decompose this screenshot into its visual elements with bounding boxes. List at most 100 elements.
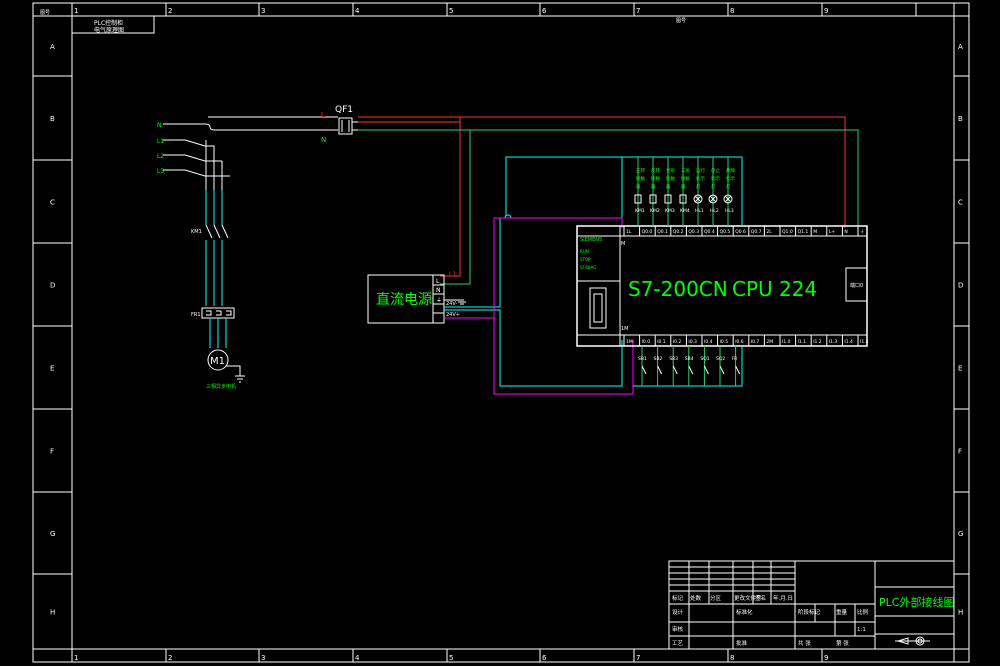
right-row-label: A — [958, 43, 963, 51]
plc-input-terminal: 2M — [766, 339, 773, 345]
title-box: PLC控制柜 电气原理图 — [71, 15, 155, 34]
right-row-label: C — [958, 199, 963, 207]
top-col-label: 5 — [449, 7, 453, 15]
input-devices: SB1 SB2 SB3 SB4 SQ1 SQ2 FR — [633, 346, 743, 387]
input-device-label: SB3 — [669, 356, 678, 362]
switch-contact-icon — [672, 365, 678, 375]
dc-wiring — [444, 156, 634, 395]
plc-output-terminal: Q0.6 — [735, 229, 746, 235]
left-row-label: H — [50, 609, 55, 617]
left-row-label: A — [50, 43, 55, 51]
corner-label-right: 图号 — [676, 18, 686, 24]
output-device-label: 正转 — [636, 167, 645, 174]
plc-io-left: M — [621, 241, 625, 247]
plc-input-terminal: I0.0 — [642, 339, 651, 345]
switch-contact-icon — [641, 365, 647, 375]
output-device-code: HL3 — [725, 208, 734, 214]
output-device-label-2: 接触 — [651, 175, 660, 182]
schematic-canvas: 1 2 3 4 5 6 7 8 9 1 2 3 4 5 6 7 8 9 A B C D E F G H A B C D E F G H 图号… — [32, 2, 970, 663]
dc-power-supply: 直流电源 L N ⏚ 24V- 24V+ L1 — [367, 271, 466, 324]
bottom-col-label: 9 — [824, 654, 828, 662]
output-device-label: 运行 — [696, 167, 705, 174]
plc-input-terminal: I1.1 — [798, 339, 807, 345]
breaker-label: QF1 — [335, 105, 353, 115]
plc-output-terminal: Q0.3 — [688, 229, 699, 235]
plc-input-terminal: I1.2 — [813, 339, 822, 345]
right-row-label: D — [958, 282, 963, 290]
motor-symbol: M1 — [210, 356, 225, 367]
plc-output-terminal: Q1.1 — [798, 229, 809, 235]
plc-input-terminal: I0.1 — [657, 339, 666, 345]
drawing-title: PLC外部接线图 — [879, 595, 954, 609]
output-device-label-2: 指示 — [696, 175, 705, 182]
output-device-label: 三角 — [681, 167, 690, 174]
output-device-label-2: 接触 — [666, 175, 675, 182]
title-block-cell: 审核 — [672, 625, 684, 633]
left-row-label: G — [50, 530, 55, 538]
plc-status-1: SIEMENS — [580, 237, 602, 243]
right-row-label: F — [958, 448, 962, 456]
plc-status-4: SF/DIAG — [580, 265, 596, 270]
plc-output-terminal: Q0.2 — [673, 229, 684, 235]
title-block-cell: 年.月.日 — [773, 594, 793, 602]
top-col-label: 1 — [74, 7, 78, 15]
left-row-label: E — [50, 365, 54, 373]
plc-input-terminal: I1.3 — [829, 339, 838, 345]
plc-status-3: STOP — [580, 257, 591, 262]
top-col-label: 3 — [261, 7, 265, 15]
title-block-cell: 比例 — [857, 608, 869, 616]
output-device-code: HL1 — [695, 208, 704, 214]
thermal-relay-label: FR1 — [191, 312, 201, 318]
plc-output-terminal: 2L — [766, 229, 772, 235]
left-row-label: B — [50, 115, 55, 123]
switch-contact-icon — [657, 365, 663, 375]
plc-io-left-bottom: 1M — [621, 326, 629, 332]
dc-plus-label: L1 — [449, 271, 456, 278]
right-row-label: G — [958, 530, 963, 538]
title-block-cell: 批准 — [736, 639, 748, 647]
title-block-cell: 签名 — [755, 594, 766, 602]
switch-contact-icon — [735, 365, 741, 375]
output-device-label-3: 器 — [666, 184, 671, 190]
plc-input-terminal: I0.4 — [704, 339, 713, 345]
plc-input-terminal: 1M — [626, 339, 633, 345]
dc-term-24v-plus: 24V+ — [446, 312, 460, 318]
switch-contact-icon — [703, 365, 709, 375]
plc-input-terminal: I1.0 — [782, 339, 791, 345]
dc-term-ground: ⏚ — [436, 297, 442, 304]
output-device-code: KM3 — [665, 208, 675, 214]
output-devices: 正转接触器 KM1 反转接触器 KM2 星形接触器 KM3 三角接触器 KM4 运行指示灯 HL1… — [622, 156, 743, 226]
plc-input-terminal: I1.5 — [860, 339, 869, 345]
input-device-label: SB1 — [638, 356, 647, 362]
left-row-label: C — [50, 199, 55, 207]
output-device-label: 反转 — [651, 167, 660, 174]
bottom-col-label: 2 — [168, 654, 172, 662]
plc-model: S7-200CN — [628, 277, 728, 301]
title-block-cell: 工艺 — [672, 640, 684, 647]
breaker-l-label: L — [321, 111, 325, 119]
plc-input-terminal: I0.6 — [735, 339, 744, 345]
plc-input-terminal: I0.7 — [751, 339, 760, 345]
output-device-label-3: 器 — [681, 184, 686, 190]
bottom-col-label: 3 — [261, 654, 265, 662]
input-device-label: SB2 — [654, 356, 663, 362]
corner-label-left: 图号 — [40, 10, 50, 16]
title-box-line1: PLC控制柜 — [94, 19, 123, 27]
bottom-col-label: 4 — [355, 654, 360, 662]
plc-output-terminal: Q0.5 — [720, 229, 731, 235]
plc-output-terminal: ⏚ — [860, 228, 865, 235]
plc-cpu: CPU 224 — [732, 277, 817, 301]
output-device-label: 故障 — [726, 167, 735, 174]
plc-output-terminal: Q1.0 — [782, 229, 793, 235]
plc-output-terminal: N — [844, 229, 847, 235]
output-device-label-3: 灯 — [696, 183, 701, 190]
dc-term-24v-minus: 24V- — [446, 301, 457, 307]
bottom-col-label: 8 — [730, 654, 734, 662]
output-device-label-3: 灯 — [726, 183, 731, 190]
output-device-code: KM2 — [650, 208, 660, 214]
input-device-label: SQ1 — [700, 356, 709, 362]
dc-term-n: N — [436, 287, 441, 294]
contactor-label: KM1 — [191, 229, 202, 235]
plc-input-terminal: I0.5 — [720, 339, 729, 345]
phase-label-l1: L1 — [157, 138, 164, 145]
